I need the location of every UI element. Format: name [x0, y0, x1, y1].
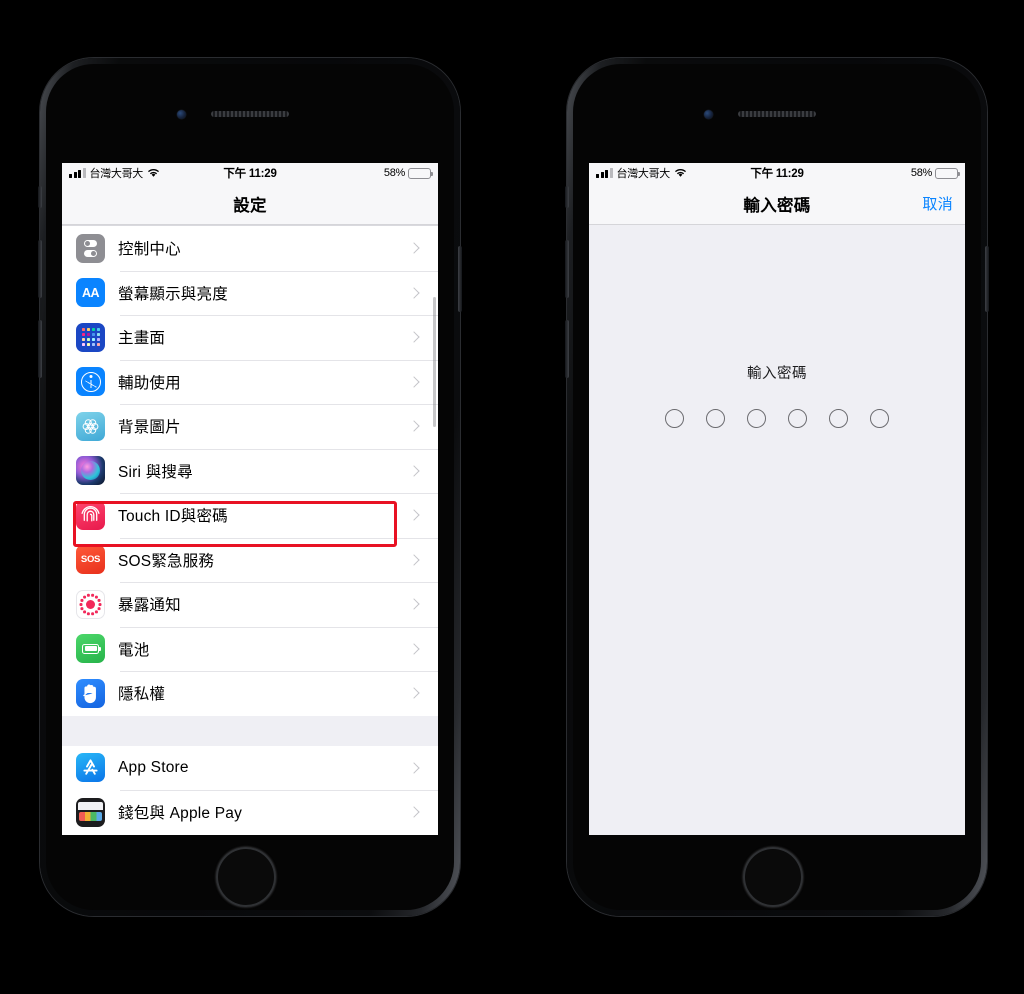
settings-row-label: 主畫面	[118, 330, 166, 348]
settings-row-siri[interactable]: Siri 與搜尋	[62, 448, 438, 493]
settings-row-label: Siri 與搜尋	[118, 463, 193, 481]
iphone-right: 台灣大哥大 下午 11:29 58% 輸入密碼 取消 輸入密碼	[565, 58, 989, 916]
page-title: 輸入密碼	[743, 196, 811, 215]
passcode-dot	[829, 409, 848, 428]
chevron-right-icon	[408, 598, 420, 610]
settings-row-wallpaper[interactable]: 背景圖片	[62, 404, 438, 449]
passcode-dots[interactable]	[589, 409, 965, 428]
passcode-dot	[788, 409, 807, 428]
settings-row-control-center[interactable]: 控制中心	[62, 226, 438, 271]
chevron-right-icon	[408, 287, 420, 299]
passcode-dot	[706, 409, 725, 428]
front-camera-right	[704, 110, 713, 119]
settings-row-label: 暴露通知	[118, 597, 181, 615]
settings-row-label: 錢包與 Apple Pay	[118, 805, 243, 823]
volume-up-button-left[interactable]	[38, 240, 42, 298]
battery-percent: 58%	[910, 167, 932, 179]
settings-row-emergency-sos[interactable]: SOS SOS緊急服務	[62, 537, 438, 582]
settings-row-app-store[interactable]: App Store	[62, 745, 438, 790]
app-store-icon	[76, 753, 105, 783]
settings-scroll-area[interactable]: 控制中心 AA 螢幕顯示與亮度 主畫面輔助使用背景圖片 Siri 與搜尋 Touch ID…	[62, 225, 438, 835]
screen-left: 台灣大哥大 下午 11:29 58% 設定 控制中心 AA 螢幕顯示與亮度 主畫面輔助…	[62, 163, 438, 835]
volume-up-button-right[interactable]	[565, 240, 569, 298]
settings-row-label: 螢幕顯示與亮度	[118, 285, 228, 303]
settings-group: 控制中心 AA 螢幕顯示與亮度 主畫面輔助使用背景圖片 Siri 與搜尋 Touch ID…	[62, 225, 438, 716]
chevron-right-icon	[408, 554, 420, 566]
settings-row-display-brightness[interactable]: AA 螢幕顯示與亮度	[62, 270, 438, 315]
chevron-right-icon	[408, 420, 420, 432]
settings-row-label: SOS緊急服務	[118, 552, 215, 570]
chevron-right-icon	[408, 687, 420, 699]
settings-row-label: App Store	[118, 758, 189, 776]
silent-switch-left[interactable]	[38, 186, 42, 208]
exposure-notification-icon	[76, 589, 105, 619]
cancel-button[interactable]: 取消	[922, 193, 953, 214]
earpiece-speaker-right	[738, 111, 816, 117]
settings-row-label: 輔助使用	[118, 374, 181, 392]
display-brightness-icon: AA	[76, 278, 105, 308]
list-group-separator	[62, 715, 438, 746]
chevron-right-icon	[408, 465, 420, 477]
status-bar-left: 台灣大哥大 下午 11:29 58%	[62, 163, 438, 183]
nav-bar-left: 設定	[62, 183, 438, 225]
settings-row-label: 背景圖片	[118, 419, 181, 437]
silent-switch-right[interactable]	[565, 186, 569, 208]
volume-down-button-right[interactable]	[565, 320, 569, 378]
clock: 下午 11:29	[223, 168, 277, 180]
scrollbar-thumb[interactable]	[433, 297, 436, 427]
status-bar-right: 台灣大哥大 下午 11:29 58%	[589, 163, 965, 183]
wallpaper-icon	[76, 411, 105, 441]
settings-row-privacy[interactable]: 隱私權	[62, 671, 438, 716]
home-button-right[interactable]	[743, 847, 803, 907]
earpiece-speaker-left	[211, 111, 289, 117]
clock: 下午 11:29	[750, 168, 804, 180]
chevron-right-icon	[408, 331, 420, 343]
settings-row-label: 電池	[118, 641, 150, 659]
chevron-right-icon	[408, 376, 420, 388]
settings-row-home-screen[interactable]: 主畫面	[62, 315, 438, 360]
passcode-dot	[747, 409, 766, 428]
chevron-right-icon	[408, 509, 420, 521]
battery-icon	[935, 167, 961, 179]
chevron-right-icon	[408, 806, 420, 818]
settings-row-label: 控制中心	[118, 241, 181, 259]
control-center-icon	[76, 233, 105, 263]
settings-row-label: 隱私權	[118, 686, 166, 704]
iphone-left: 台灣大哥大 下午 11:29 58% 設定 控制中心 AA 螢幕顯示與亮度 主畫面輔助…	[38, 58, 462, 916]
chevron-right-icon	[408, 643, 420, 655]
touch-id-icon	[76, 500, 105, 530]
siri-icon	[76, 456, 105, 486]
power-button-left[interactable]	[458, 246, 462, 312]
nav-bar-right: 輸入密碼 取消	[589, 183, 965, 225]
passcode-dot	[665, 409, 684, 428]
battery-percent: 58%	[383, 167, 405, 179]
accessibility-icon	[76, 367, 105, 397]
home-button-left[interactable]	[216, 847, 276, 907]
power-button-right[interactable]	[985, 246, 989, 312]
emergency-sos-icon: SOS	[76, 545, 105, 575]
battery-icon	[408, 167, 434, 179]
settings-row-label: Touch ID與密碼	[118, 508, 228, 526]
settings-row-touch-id[interactable]: Touch ID與密碼	[62, 493, 438, 538]
screenshot-canvas: 台灣大哥大 下午 11:29 58% 設定 控制中心 AA 螢幕顯示與亮度 主畫面輔助…	[0, 0, 1024, 994]
screen-right: 台灣大哥大 下午 11:29 58% 輸入密碼 取消 輸入密碼	[589, 163, 965, 835]
home-screen-icon	[76, 322, 105, 352]
passcode-entry-screen: 輸入密碼	[589, 225, 965, 835]
settings-row-exposure-notification[interactable]: 暴露通知	[62, 582, 438, 627]
settings-row-wallet[interactable]: 錢包與 Apple Pay	[62, 790, 438, 835]
settings-row-battery-settings[interactable]: 電池	[62, 626, 438, 671]
chevron-right-icon	[408, 242, 420, 254]
wallet-icon	[76, 797, 105, 827]
passcode-dot	[870, 409, 889, 428]
page-title: 設定	[233, 196, 267, 215]
passcode-prompt: 輸入密碼	[747, 366, 807, 382]
front-camera-left	[177, 110, 186, 119]
chevron-right-icon	[408, 762, 420, 774]
volume-down-button-left[interactable]	[38, 320, 42, 378]
settings-group: App Store 錢包與 Apple Pay	[62, 745, 438, 835]
battery-settings-icon	[76, 634, 105, 664]
settings-row-accessibility[interactable]: 輔助使用	[62, 359, 438, 404]
privacy-icon	[76, 678, 105, 708]
